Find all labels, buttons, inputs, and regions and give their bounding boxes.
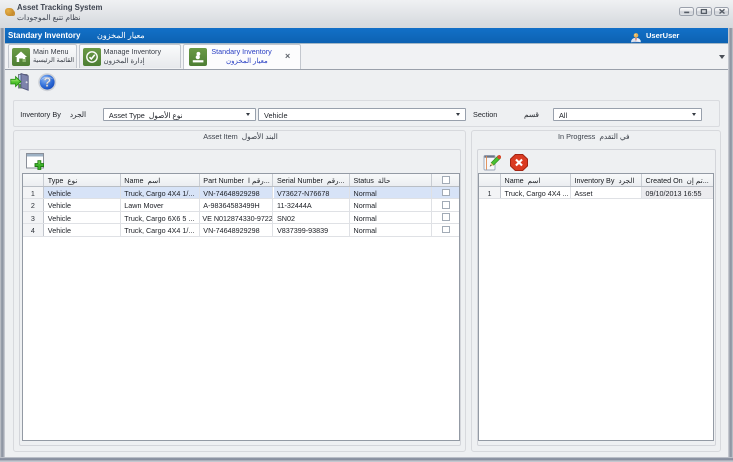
svg-text:?: ?	[43, 75, 51, 89]
